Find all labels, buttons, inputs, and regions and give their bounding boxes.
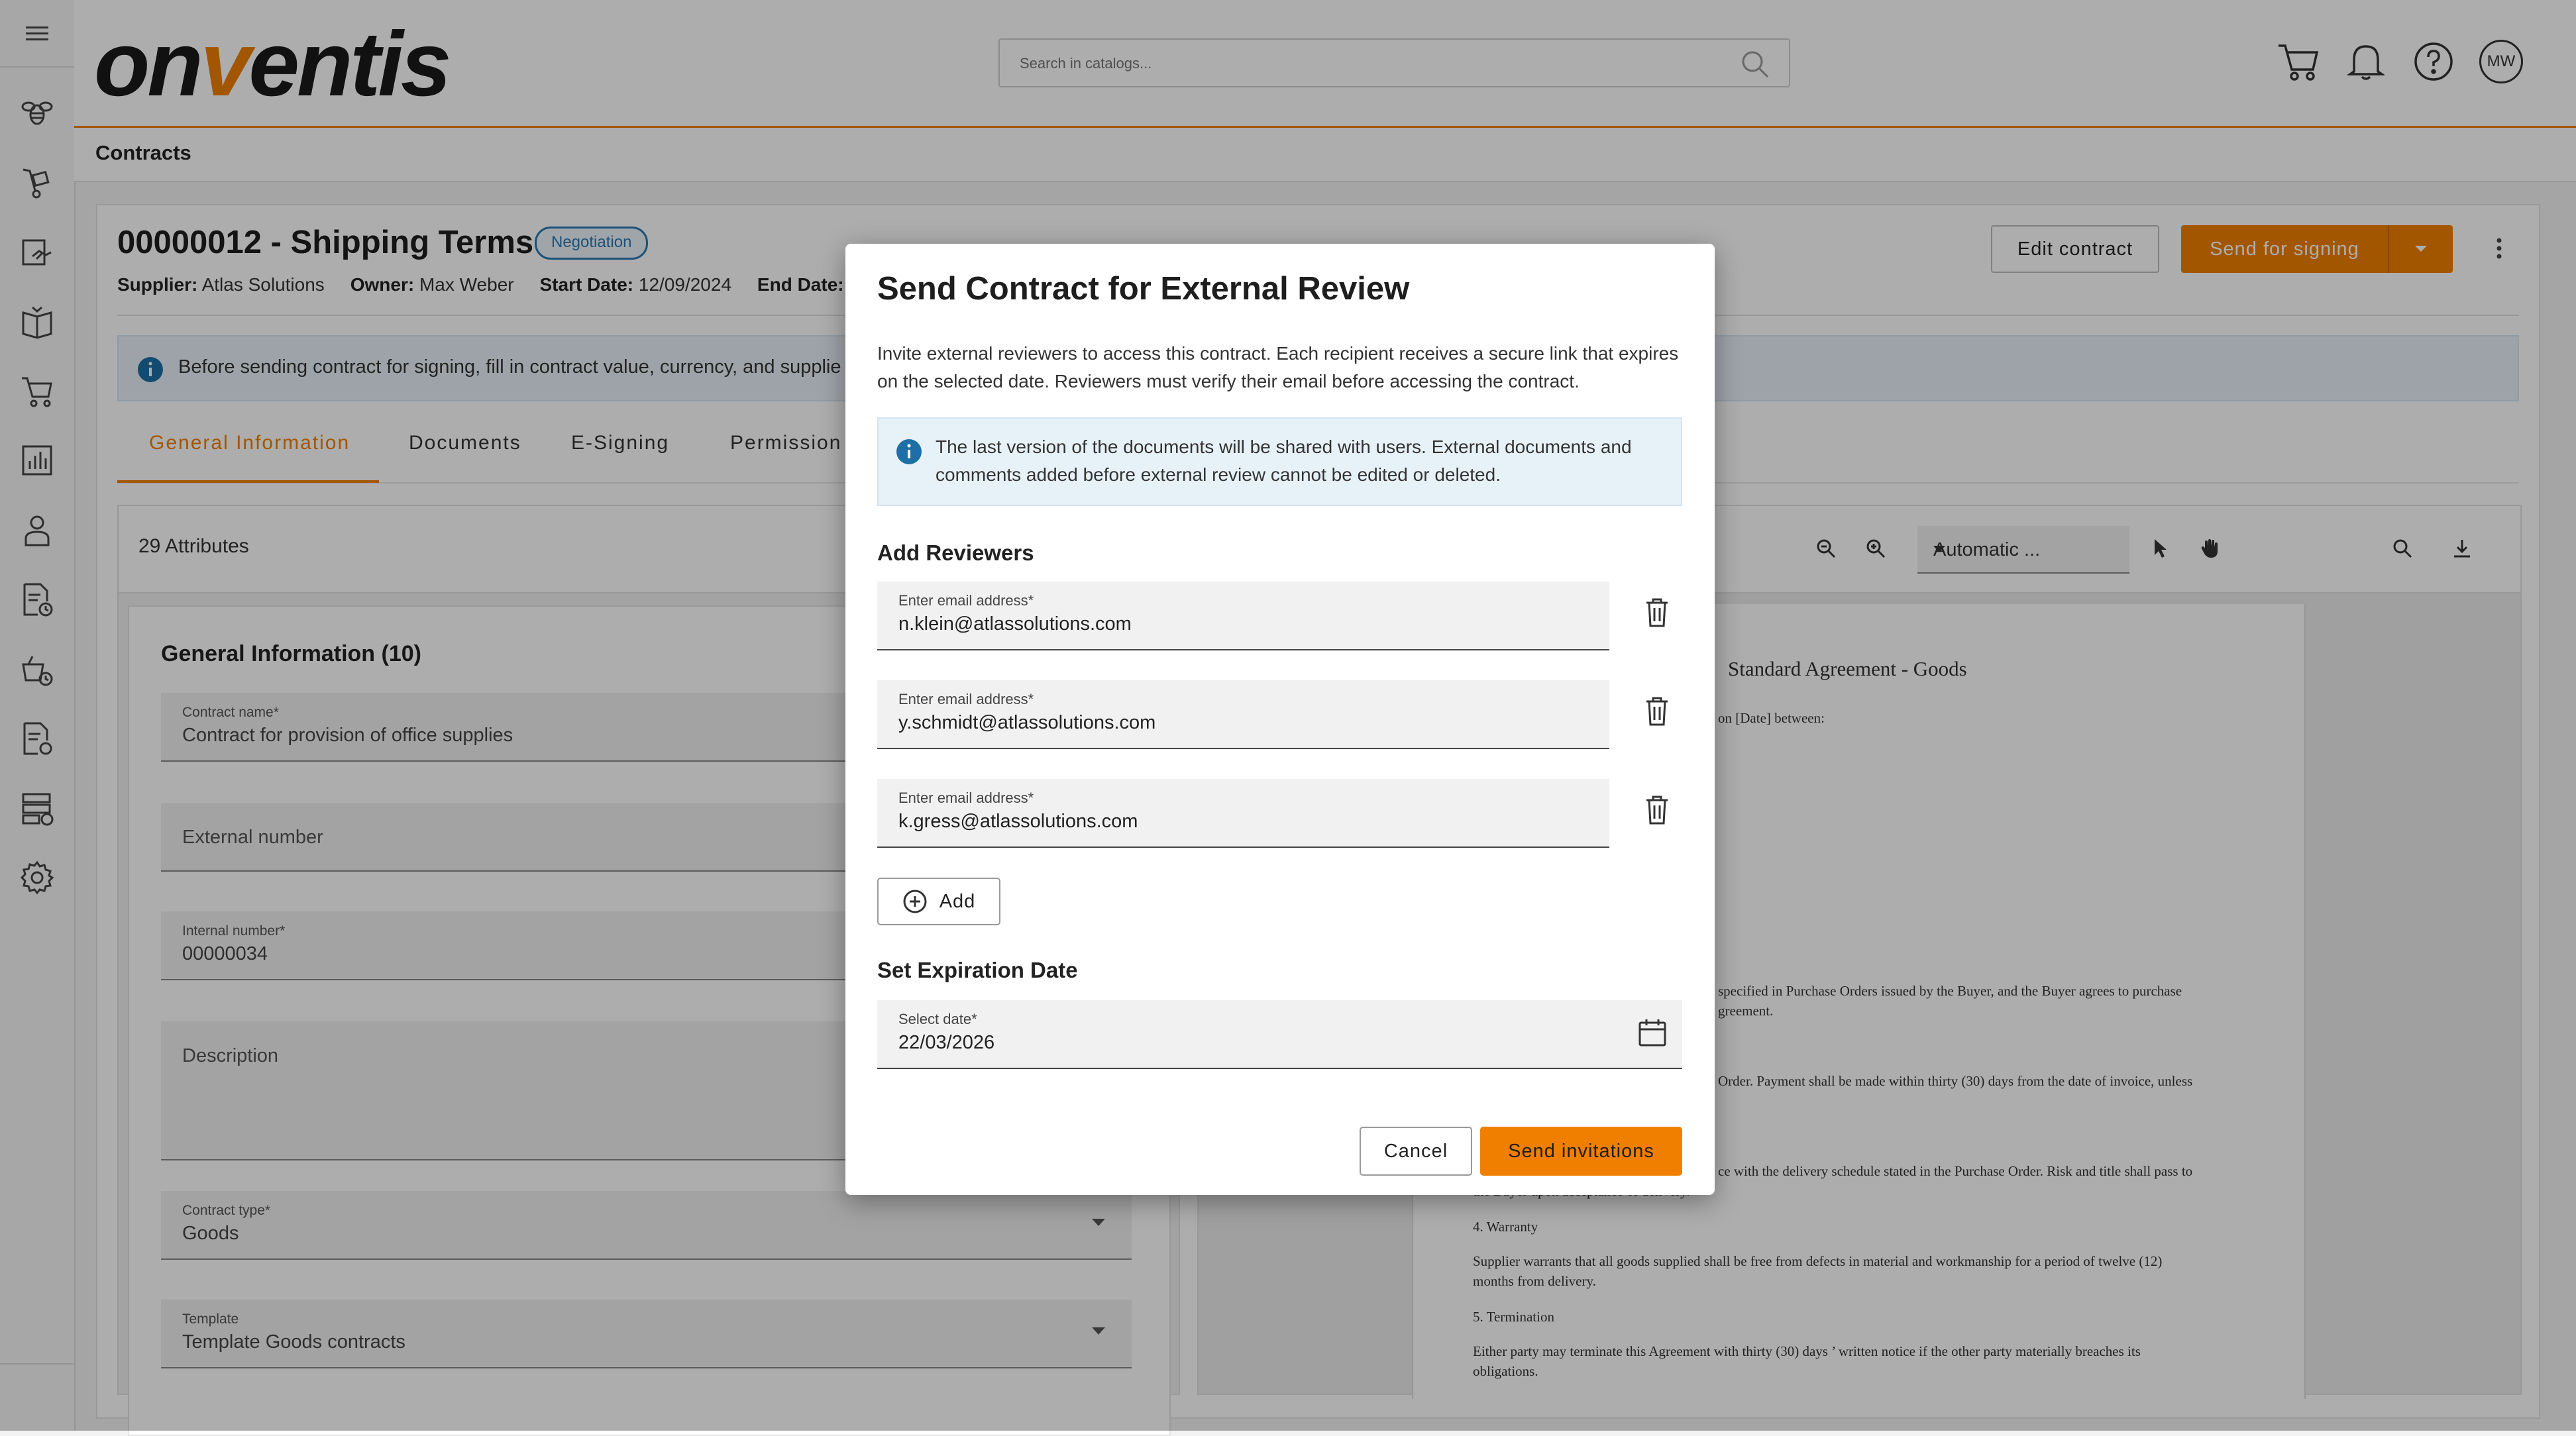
date-input[interactable] bbox=[898, 1029, 1495, 1056]
trash-icon[interactable] bbox=[1634, 590, 1680, 636]
calendar-icon[interactable] bbox=[1637, 1017, 1668, 1051]
email-field: Enter email address* bbox=[877, 779, 1609, 848]
dialog-info-text: The last version of the documents will b… bbox=[936, 436, 1632, 485]
dialog-title: Send Contract for External Review bbox=[877, 271, 1410, 307]
add-button-label: Add bbox=[939, 890, 976, 912]
expiration-heading: Set Expiration Date bbox=[877, 958, 1078, 982]
dialog-info-banner: The last version of the documents will b… bbox=[877, 417, 1682, 506]
external-review-dialog: Send Contract for External Review Invite… bbox=[845, 244, 1715, 1195]
plus-circle-icon bbox=[903, 890, 927, 913]
trash-icon[interactable] bbox=[1634, 787, 1680, 833]
add-reviewers-heading: Add Reviewers bbox=[877, 540, 1034, 565]
email-field: Enter email address* bbox=[877, 680, 1609, 749]
cancel-button[interactable]: Cancel bbox=[1360, 1127, 1472, 1176]
send-invitations-button[interactable]: Send invitations bbox=[1480, 1127, 1682, 1176]
email-input[interactable] bbox=[898, 611, 1561, 637]
email-input[interactable] bbox=[898, 808, 1561, 835]
email-input[interactable] bbox=[898, 709, 1561, 736]
add-reviewer-button[interactable]: Add bbox=[877, 878, 1000, 925]
info-icon bbox=[896, 438, 922, 468]
trash-icon[interactable] bbox=[1634, 688, 1680, 735]
email-field: Enter email address* bbox=[877, 582, 1609, 650]
app: onventis MW Contracts 00000012 - Shippin… bbox=[0, 0, 2576, 1436]
dialog-description: Invite external reviewers to access this… bbox=[877, 343, 1679, 391]
expiration-date-field: Select date* bbox=[877, 1000, 1682, 1069]
